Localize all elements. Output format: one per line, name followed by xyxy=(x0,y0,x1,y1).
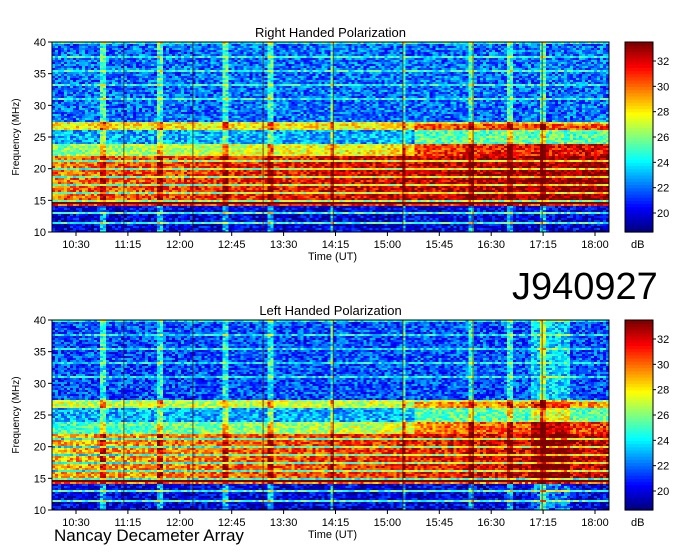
y-tick-label: 40 xyxy=(34,315,46,327)
x-tick-label: 14:15 xyxy=(322,239,350,251)
instrument-label: Nancay Decameter Array xyxy=(54,526,244,545)
x-tick-label: 17:15 xyxy=(529,239,557,251)
y-tick-label: 15 xyxy=(34,473,46,485)
y-tick-label: 30 xyxy=(34,100,46,112)
y-axis-label: Frequency (MHz) xyxy=(11,98,22,175)
y-axis-label: Frequency (MHz) xyxy=(11,376,22,453)
colorbar-tick-label: 22 xyxy=(657,461,669,473)
x-tick-label: 12:00 xyxy=(166,239,194,251)
y-tick-label: 35 xyxy=(34,69,46,81)
panel-right-polarization: Right Handed Polarization 10 15 20 25 30 35 40 F… xyxy=(11,25,669,263)
y-tick-label: 35 xyxy=(34,347,46,359)
x-tick-label: 15:45 xyxy=(426,517,454,529)
colorbar-swatch xyxy=(625,42,653,46)
y-tick-label: 10 xyxy=(34,227,46,239)
x-tick-label: 15:00 xyxy=(374,517,402,529)
colorbar: 20 22 24 26 28 30 32 dB xyxy=(624,41,669,251)
y-tick-label: 10 xyxy=(34,505,46,517)
colorbar-tick-label: 20 xyxy=(657,486,669,498)
colorbar: 20 22 24 26 28 30 32 dB xyxy=(624,319,669,529)
x-tick-label: 15:00 xyxy=(374,239,402,251)
x-tick-label: 18:00 xyxy=(581,239,609,251)
x-axis-label: Time (UT) xyxy=(308,529,357,541)
y-tick-label: 40 xyxy=(34,37,46,49)
colorbar-tick-label: 30 xyxy=(657,359,669,371)
colorbar-unit: dB xyxy=(631,517,644,529)
x-tick-label: 13:30 xyxy=(270,239,298,251)
x-tick-label: 14:15 xyxy=(322,517,350,529)
colorbar-tick-label: 28 xyxy=(657,385,669,397)
panel-title: Right Handed Polarization xyxy=(255,25,406,40)
colorbar-swatch xyxy=(625,320,653,324)
colorbar-tick-label: 28 xyxy=(657,107,669,119)
observation-id: J940927 xyxy=(512,266,658,308)
panel-left-polarization: Left Handed Polarization 10 15 20 25 30 35 40 Fr… xyxy=(11,303,669,541)
x-tick-label: 18:00 xyxy=(581,517,609,529)
y-tick-label: 25 xyxy=(34,132,46,144)
y-tick-label: 25 xyxy=(34,410,46,422)
panel-title: Left Handed Polarization xyxy=(259,303,401,318)
x-tick-label: 13:30 xyxy=(270,517,298,529)
colorbar-tick-label: 20 xyxy=(657,208,669,220)
y-tick-label: 15 xyxy=(34,195,46,207)
colorbar-tick-label: 24 xyxy=(657,435,669,447)
colorbar-tick-label: 24 xyxy=(657,157,669,169)
x-tick-label: 11:15 xyxy=(115,239,142,251)
x-tick-label: 17:15 xyxy=(529,517,557,529)
y-tick-label: 20 xyxy=(34,442,46,454)
colorbar-tick-label: 26 xyxy=(657,410,669,422)
colorbar-tick-label: 26 xyxy=(657,132,669,144)
x-tick-label: 10:30 xyxy=(62,239,90,251)
x-tick-label: 15:45 xyxy=(426,239,454,251)
spectrogram-image xyxy=(52,42,609,232)
x-tick-label: 16:30 xyxy=(477,517,505,529)
colorbar-tick-label: 32 xyxy=(657,334,669,346)
colorbar-tick-label: 22 xyxy=(657,183,669,195)
x-tick-label: 12:45 xyxy=(218,239,246,251)
x-tick-label: 16:30 xyxy=(477,239,505,251)
y-tick-label: 30 xyxy=(34,378,46,390)
colorbar-unit: dB xyxy=(631,239,644,251)
y-tick-label: 20 xyxy=(34,164,46,176)
spectrogram-image xyxy=(52,320,609,510)
colorbar-tick-label: 32 xyxy=(657,56,669,68)
x-axis-label: Time (UT) xyxy=(308,251,357,263)
colorbar-tick-label: 30 xyxy=(657,81,669,93)
